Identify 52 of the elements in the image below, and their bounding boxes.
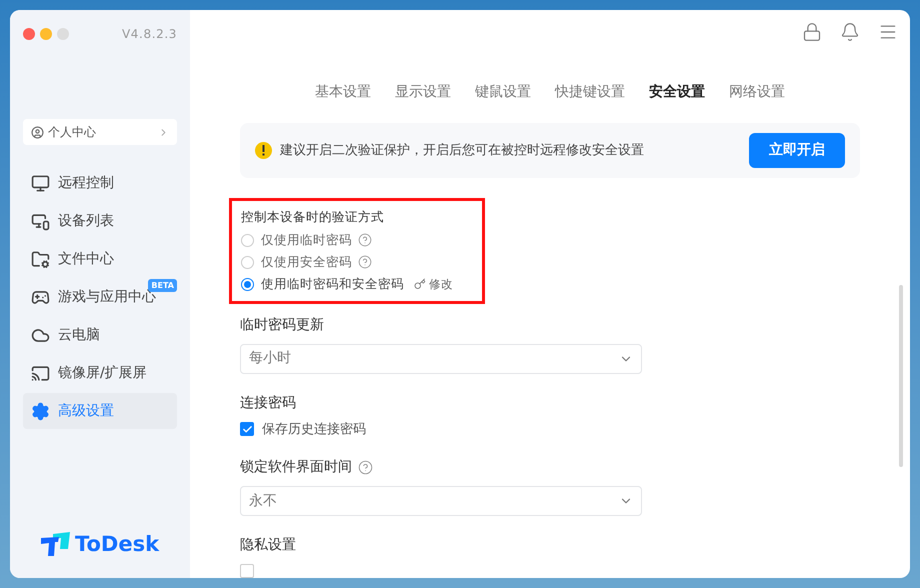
radio-label: 使用临时密码和安全密码 bbox=[261, 274, 404, 293]
profile-button[interactable]: 个人中心 bbox=[23, 119, 177, 145]
radio-label: 仅使用临时密码 bbox=[261, 230, 352, 249]
settings-tab[interactable]: 基本设置 bbox=[315, 82, 371, 103]
checkbox[interactable] bbox=[240, 422, 254, 436]
cast-icon bbox=[31, 364, 50, 382]
help-icon[interactable] bbox=[358, 255, 372, 270]
nav-item[interactable]: 高级设置 bbox=[23, 393, 177, 429]
update-dropdown[interactable]: 每小时 bbox=[240, 344, 642, 374]
nav-item[interactable]: 游戏与应用中心 BETA bbox=[23, 279, 177, 315]
lock-icon[interactable] bbox=[802, 22, 822, 42]
folder-icon bbox=[31, 250, 50, 268]
logo-icon bbox=[40, 532, 71, 556]
nav-item[interactable]: 文件中心 bbox=[23, 241, 177, 277]
radio-button[interactable] bbox=[241, 278, 254, 291]
scrollbar[interactable] bbox=[899, 285, 903, 467]
check-icon bbox=[242, 424, 252, 435]
settings-icon bbox=[31, 402, 50, 420]
nav-item[interactable]: 云电脑 bbox=[23, 317, 177, 353]
section-title: 锁定软件界面时间 bbox=[240, 458, 352, 478]
bell-icon[interactable] bbox=[840, 22, 860, 42]
settings-tab[interactable]: 快捷键设置 bbox=[555, 82, 625, 103]
settings-tab[interactable]: 网络设置 bbox=[729, 82, 785, 103]
nav-item[interactable]: 远程控制 bbox=[23, 165, 177, 201]
logo-text: ToDesk bbox=[74, 530, 160, 558]
checkbox-label: 保存历史连接密码 bbox=[262, 420, 366, 439]
section-title: 连接密码 bbox=[240, 394, 297, 413]
section-title: 临时密码更新 bbox=[240, 316, 325, 335]
devices-icon bbox=[31, 212, 50, 230]
settings-tab[interactable]: 安全设置 bbox=[649, 82, 705, 103]
checkbox[interactable] bbox=[240, 564, 254, 578]
nav-item[interactable]: 镜像屏/扩展屏 bbox=[23, 355, 177, 391]
warning-icon bbox=[255, 142, 272, 159]
nav-item[interactable]: 设备列表 bbox=[23, 203, 177, 239]
help-icon[interactable] bbox=[358, 460, 373, 476]
version-label: V4.8.2.3 bbox=[122, 26, 177, 43]
user-icon bbox=[31, 126, 44, 138]
radio-button[interactable] bbox=[241, 256, 254, 269]
key-icon bbox=[414, 278, 426, 290]
radio-button[interactable] bbox=[241, 234, 254, 247]
settings-tab[interactable]: 键鼠设置 bbox=[475, 82, 531, 103]
section-title: 控制本设备时的验证方式 bbox=[241, 208, 385, 226]
settings-tab[interactable]: 显示设置 bbox=[395, 82, 451, 103]
section-title: 隐私设置 bbox=[240, 536, 297, 555]
edit-link[interactable]: 修改 bbox=[414, 276, 453, 293]
beta-badge: BETA bbox=[148, 279, 177, 292]
monitor-icon bbox=[31, 174, 50, 192]
lock-time-dropdown[interactable]: 永不 bbox=[240, 486, 642, 516]
help-icon[interactable] bbox=[358, 233, 372, 248]
radio-label: 仅使用安全密码 bbox=[261, 252, 352, 271]
notice-text: 建议开启二次验证保护，开启后您可在被控时远程修改安全设置 bbox=[280, 142, 644, 160]
enable-button[interactable]: 立即开启 bbox=[749, 132, 845, 168]
